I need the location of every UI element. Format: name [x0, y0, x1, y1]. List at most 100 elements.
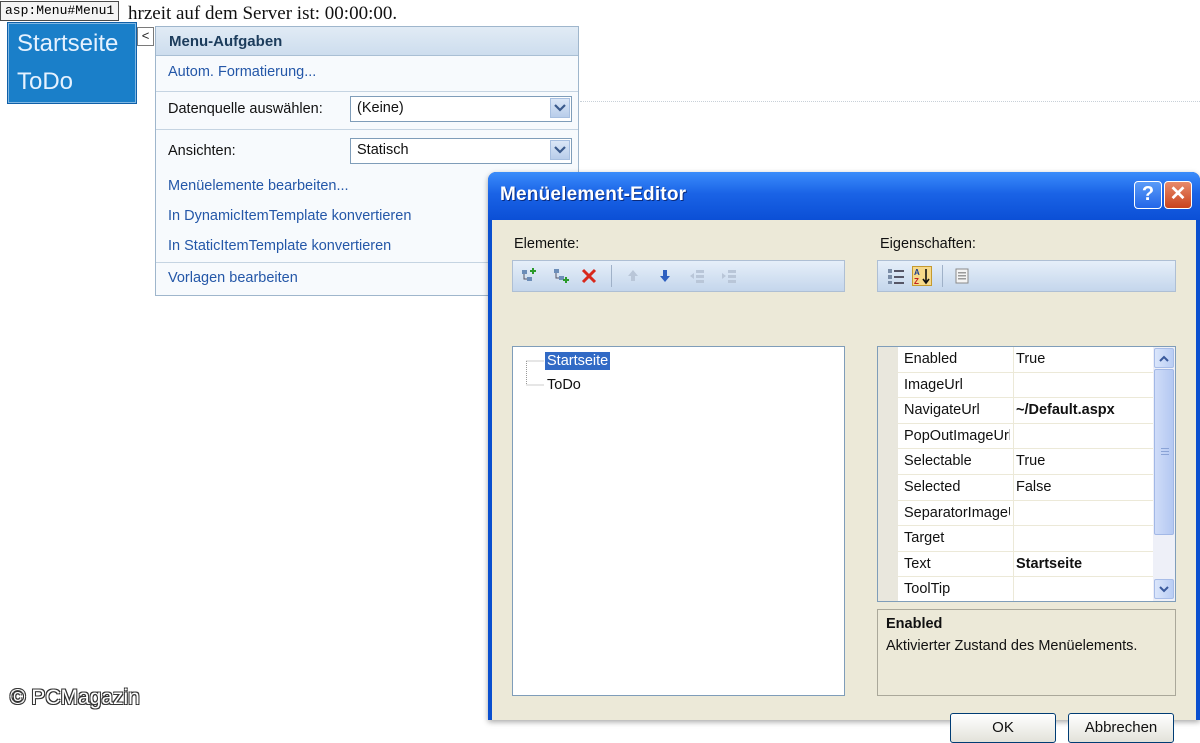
elements-label: Elemente: — [514, 236, 580, 252]
svg-text:Z: Z — [914, 277, 919, 285]
menu-item-todo[interactable]: ToDo — [17, 67, 73, 97]
edit-templates-link[interactable]: Vorlagen bearbeiten — [168, 270, 298, 286]
property-row[interactable]: Text Startseite — [898, 551, 1154, 578]
datasource-select[interactable]: (Keine) — [350, 96, 572, 122]
property-value[interactable]: True — [1016, 453, 1045, 469]
property-value[interactable]: False — [1016, 479, 1051, 495]
property-divider — [1013, 347, 1014, 372]
property-divider — [1013, 526, 1014, 551]
scroll-grip — [1161, 454, 1169, 455]
property-name: Selected — [904, 479, 961, 495]
ok-button[interactable]: OK — [950, 713, 1056, 743]
property-row[interactable]: Enabled True — [898, 347, 1154, 373]
property-value[interactable]: ~/Default.aspx — [1016, 402, 1115, 418]
property-divider — [1013, 398, 1014, 423]
smart-tag-button[interactable]: < — [137, 27, 154, 46]
indent-icon[interactable] — [719, 266, 739, 286]
server-time-text: hrzeit auf dem Server ist: 00:00:00. — [128, 3, 398, 24]
chevron-down-icon[interactable] — [550, 140, 570, 160]
close-button[interactable]: ✕ — [1164, 181, 1192, 209]
views-label: Ansichten: — [168, 143, 236, 159]
datasource-label: Datenquelle auswählen: — [168, 101, 323, 117]
task-separator — [156, 129, 578, 130]
property-row[interactable]: Target — [898, 526, 1154, 552]
toolbar-separator — [942, 265, 943, 287]
property-name: NavigateUrl — [904, 402, 980, 419]
chevron-down-icon[interactable] — [550, 98, 570, 118]
autoformat-link[interactable]: Autom. Formatierung... — [168, 64, 316, 80]
properties-label: Eigenschaften: — [880, 236, 976, 252]
description-text: Aktivierter Zustand des Menüelements. — [886, 638, 1138, 654]
property-grid-scrollbar[interactable] — [1153, 347, 1175, 601]
design-surface-divider — [580, 101, 1200, 102]
task-panel-header: Menu-Aufgaben — [156, 27, 578, 56]
scroll-up-button[interactable] — [1154, 348, 1174, 368]
property-name: Enabled — [904, 351, 958, 367]
property-name: Target — [904, 530, 945, 547]
control-tag: asp:Menu#Menu1 — [0, 1, 120, 21]
property-value[interactable]: True — [1016, 351, 1045, 367]
task-panel-title: Menu-Aufgaben — [169, 33, 283, 50]
tree-node-todo[interactable]: ToDo — [545, 376, 583, 394]
copyright-watermark: © PCMagazin — [10, 686, 140, 709]
property-name: ToolTip — [904, 581, 951, 598]
delete-icon[interactable] — [579, 266, 599, 286]
description-title: Enabled — [886, 616, 943, 632]
property-value[interactable]: Startseite — [1016, 556, 1082, 572]
add-child-item-icon[interactable] — [551, 266, 571, 286]
property-divider — [1013, 475, 1014, 500]
dialog-titlebar[interactable]: Menüelement-Editor ? ✕ — [488, 172, 1200, 220]
property-name: Text — [904, 555, 931, 572]
menu-control-preview[interactable]: Startseite ToDo — [7, 22, 137, 104]
elements-toolbar — [512, 260, 845, 292]
property-divider — [1013, 577, 1014, 601]
property-name: SeparatorImageUrl — [904, 504, 1010, 521]
dialog-client-area: Elemente: Eigenschaften: Startseite ToDo… — [492, 220, 1196, 743]
property-divider — [1013, 500, 1014, 526]
property-grid[interactable]: Enabled True ImageUrl NavigateUrl ~/Default.… — [877, 346, 1176, 602]
property-row[interactable]: ToolTip — [898, 577, 1154, 601]
property-divider — [1013, 423, 1014, 449]
add-root-item-icon[interactable] — [519, 266, 539, 286]
scroll-grip — [1161, 451, 1169, 452]
property-name: Selectable — [904, 453, 972, 470]
menu-item-editor-dialog: Menüelement-Editor ? ✕ Elemente: Eigensc… — [488, 172, 1200, 743]
outdent-icon[interactable] — [687, 266, 707, 286]
property-row[interactable]: Selectable True — [898, 449, 1154, 475]
property-divider — [1013, 449, 1014, 474]
edit-menu-items-link[interactable]: Menüelemente bearbeiten... — [168, 178, 349, 194]
cancel-button[interactable]: Abbrechen — [1068, 713, 1174, 743]
views-select[interactable]: Statisch — [350, 138, 572, 164]
elements-tree[interactable]: Startseite ToDo — [512, 346, 845, 696]
convert-static-template-link[interactable]: In StaticItemTemplate konvertieren — [168, 238, 391, 254]
property-divider — [1013, 372, 1014, 398]
scroll-thumb[interactable] — [1154, 369, 1174, 535]
convert-dynamic-template-link[interactable]: In DynamicItemTemplate konvertieren — [168, 208, 411, 224]
scroll-grip — [1161, 448, 1169, 449]
property-row[interactable]: ImageUrl — [898, 372, 1154, 399]
categorized-icon[interactable] — [886, 266, 906, 286]
property-pages-icon[interactable] — [952, 266, 972, 286]
datasource-value: (Keine) — [357, 100, 404, 116]
property-row[interactable]: Selected False — [898, 475, 1154, 501]
property-row[interactable]: PopOutImageUrl — [898, 423, 1154, 450]
scroll-down-button[interactable] — [1154, 579, 1174, 599]
property-divider — [1013, 551, 1014, 577]
task-separator — [156, 91, 578, 92]
property-name: PopOutImageUrl — [904, 427, 1010, 444]
properties-toolbar: AZ — [877, 260, 1176, 292]
move-up-icon[interactable] — [623, 266, 643, 286]
property-row[interactable]: SeparatorImageUrl — [898, 500, 1154, 527]
property-row[interactable]: NavigateUrl ~/Default.aspx — [898, 398, 1154, 424]
property-name: ImageUrl — [904, 376, 963, 393]
svg-text:A: A — [914, 268, 920, 277]
property-description: Enabled Aktivierter Zustand des Menüelem… — [877, 609, 1176, 696]
tree-node-startseite[interactable]: Startseite — [545, 352, 611, 370]
property-grid-margin — [878, 347, 898, 601]
move-down-icon[interactable] — [655, 266, 675, 286]
views-value: Statisch — [357, 142, 409, 158]
menu-item-startseite[interactable]: Startseite — [17, 29, 118, 59]
toolbar-separator — [611, 265, 612, 287]
help-button[interactable]: ? — [1134, 181, 1162, 209]
alphabetical-icon[interactable]: AZ — [912, 266, 932, 286]
